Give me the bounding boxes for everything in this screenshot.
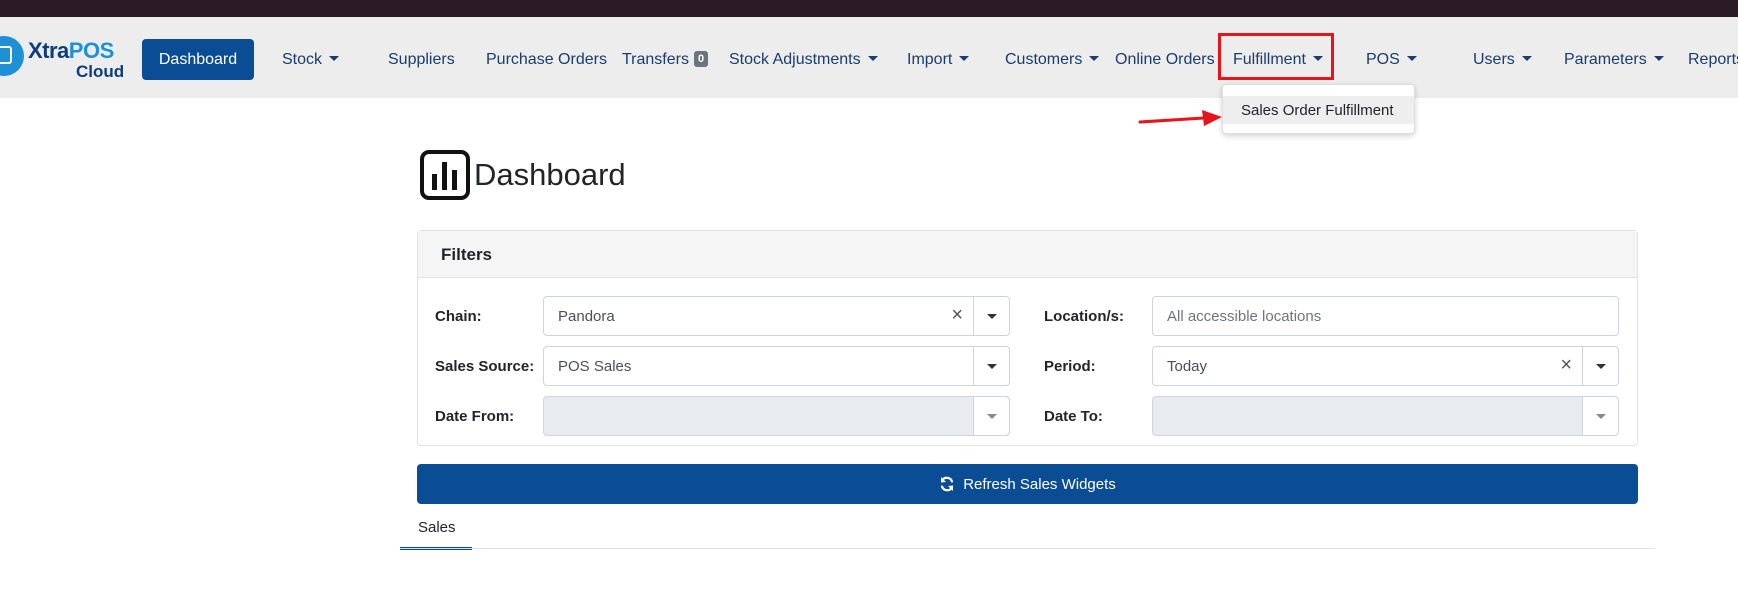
nav-dashboard-button[interactable]: Dashboard [142, 39, 254, 80]
nav-suppliers[interactable]: Suppliers [388, 51, 455, 69]
brand-sub: Cloud [76, 62, 125, 81]
nav-reports[interactable]: Reports [1688, 51, 1738, 69]
caret-down-icon [1595, 363, 1606, 369]
date-from-dropdown-toggle[interactable] [973, 397, 1009, 435]
sales-source-label: Sales Source: [435, 358, 535, 375]
chain-dropdown-toggle[interactable] [973, 297, 1009, 335]
nav-import[interactable]: Import [907, 51, 970, 69]
brand-name: XtraPOS [28, 38, 114, 63]
bar-chart-icon [420, 150, 470, 200]
refresh-icon [941, 476, 954, 492]
fulfillment-dropdown-menu: Sales Order Fulfillment [1222, 84, 1415, 134]
clear-chain-icon[interactable]: × [951, 305, 963, 325]
nav-purchase-orders[interactable]: Purchase Orders [486, 51, 607, 69]
chain-value: Pandora [558, 308, 615, 325]
transfers-count-badge: 0 [693, 51, 709, 67]
caret-down-icon [1595, 413, 1606, 419]
nav-stock[interactable]: Stock [282, 51, 340, 69]
location-placeholder: All accessible locations [1167, 308, 1322, 325]
sales-source-value: POS Sales [558, 358, 632, 375]
date-to-select[interactable] [1152, 396, 1619, 436]
sales-source-select[interactable]: POS Sales [543, 346, 1010, 386]
page-title: Dashboard [474, 157, 626, 192]
caret-down-icon [959, 56, 970, 61]
caret-down-icon [1521, 56, 1532, 61]
nav-customers[interactable]: Customers [1005, 51, 1100, 69]
caret-down-icon [329, 56, 340, 61]
tabs-divider [400, 548, 1655, 549]
period-dropdown-toggle[interactable] [1582, 347, 1618, 385]
cash-register-icon [0, 46, 12, 64]
caret-down-icon [1089, 56, 1100, 61]
chain-select[interactable]: Pandora × [543, 296, 1010, 336]
menu-item-sales-order-fulfillment[interactable]: Sales Order Fulfillment [1223, 96, 1414, 124]
date-from-label: Date From: [435, 408, 515, 425]
tab-sales[interactable]: Sales [400, 510, 472, 550]
period-value: Today [1167, 358, 1208, 375]
date-to-dropdown-toggle[interactable] [1582, 397, 1618, 435]
sales-source-dropdown-toggle[interactable] [973, 347, 1009, 385]
caret-down-icon [986, 363, 997, 369]
date-to-label: Date To: [1044, 408, 1103, 425]
location-select[interactable]: All accessible locations [1152, 296, 1619, 336]
fulfillment-highlight-annotation [1218, 33, 1334, 80]
caret-down-icon [867, 56, 878, 61]
caret-down-icon [1406, 56, 1417, 61]
brand-logo[interactable]: XtraPOS Cloud [0, 32, 125, 82]
nav-parameters[interactable]: Parameters [1564, 51, 1664, 69]
caret-down-icon [1653, 56, 1664, 61]
clear-period-icon[interactable]: × [1560, 355, 1572, 375]
nav-transfers[interactable]: Transfers 0 [622, 51, 709, 69]
nav-users[interactable]: Users [1473, 51, 1532, 69]
location-label: Location/s: [1044, 308, 1125, 325]
date-from-select[interactable] [543, 396, 1010, 436]
period-select[interactable]: Today × [1152, 346, 1619, 386]
caret-down-icon [986, 313, 997, 319]
nav-stock-adjustments[interactable]: Stock Adjustments [729, 51, 878, 69]
nav-pos[interactable]: POS [1366, 51, 1417, 69]
chain-label: Chain: [435, 308, 482, 325]
filters-header: Filters [418, 231, 1637, 278]
period-label: Period: [1044, 358, 1096, 375]
red-arrow-annotation-icon [1138, 110, 1222, 126]
top-window-strip [0, 0, 1738, 17]
caret-down-icon [986, 413, 997, 419]
refresh-sales-widgets-button[interactable]: Refresh Sales Widgets [417, 464, 1638, 504]
nav-online-orders[interactable]: Online Orders [1115, 51, 1215, 69]
